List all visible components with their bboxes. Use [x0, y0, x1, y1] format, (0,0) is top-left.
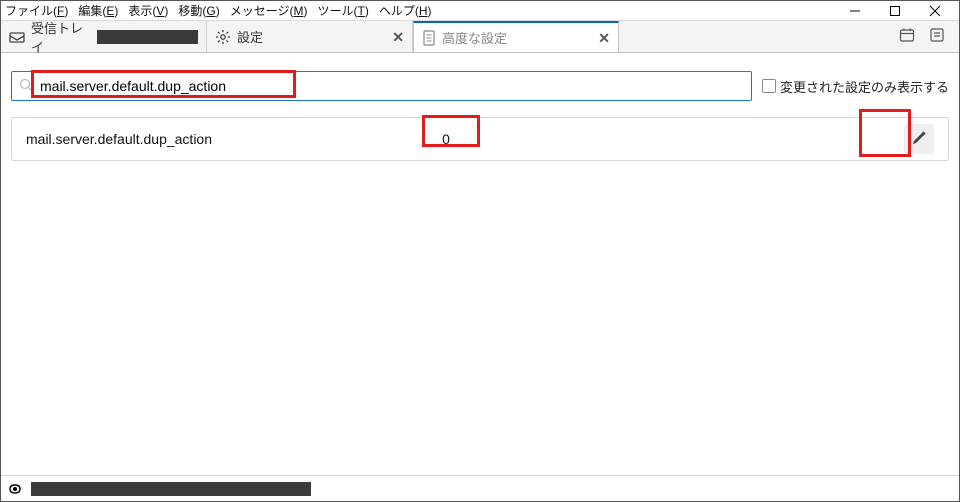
tab-inbox-label: 受信トレイ: [31, 18, 91, 56]
search-field-wrap: [11, 71, 752, 101]
search-row: 変更された設定のみ表示する: [11, 71, 949, 101]
edit-pref-button[interactable]: [904, 124, 934, 154]
show-modified-checkbox[interactable]: [762, 79, 776, 93]
redacted-status-text: [31, 482, 311, 496]
pref-value: 0: [442, 131, 450, 147]
pref-name: mail.server.default.dup_action: [26, 131, 386, 147]
inbox-icon: [9, 30, 25, 44]
menu-tools[interactable]: ツール(T): [317, 2, 368, 19]
menu-help[interactable]: ヘルプ(H): [379, 2, 432, 19]
maximize-button[interactable]: [875, 1, 915, 21]
tab-advanced-label: 高度な設定: [442, 28, 507, 47]
pref-row: mail.server.default.dup_action 0: [11, 117, 949, 161]
minimize-icon: [849, 5, 861, 17]
minimize-button[interactable]: [835, 1, 875, 21]
tab-settings-label: 設定: [237, 27, 263, 46]
menu-file[interactable]: ファイル(F): [5, 2, 68, 19]
menu-go[interactable]: 移動(G): [178, 2, 219, 19]
search-input[interactable]: [38, 72, 745, 100]
pref-value-wrap: 0: [386, 131, 506, 147]
tab-advanced-settings[interactable]: 高度な設定 ✕: [413, 21, 619, 52]
activity-icon: [7, 482, 23, 496]
tasks-icon[interactable]: [929, 27, 945, 46]
menu-edit[interactable]: 編集(E): [78, 2, 118, 19]
status-bar: [1, 475, 959, 501]
tab-strip: 受信トレイ 設定 ✕ 高度な設定 ✕: [1, 21, 959, 53]
close-icon: [929, 5, 941, 17]
tab-inbox[interactable]: 受信トレイ: [1, 21, 207, 52]
redacted-account-name: [97, 30, 198, 44]
show-modified-only[interactable]: 変更された設定のみ表示する: [762, 77, 949, 96]
menu-bar: ファイル(F) 編集(E) 表示(V) 移動(G) メッセージ(M) ツール(T…: [1, 1, 959, 21]
menu-message[interactable]: メッセージ(M): [230, 2, 308, 19]
toolbar-icons: [885, 21, 959, 52]
results-list: mail.server.default.dup_action 0: [11, 117, 949, 161]
page-icon: [422, 30, 436, 46]
calendar-icon[interactable]: [899, 27, 915, 46]
tab-advanced-close[interactable]: ✕: [598, 31, 610, 45]
window-controls: [835, 1, 955, 21]
show-modified-label: 変更された設定のみ表示する: [780, 77, 949, 96]
pencil-icon: [911, 130, 927, 149]
maximize-icon: [889, 5, 901, 17]
tab-settings-close[interactable]: ✕: [392, 30, 404, 44]
content-area: 変更された設定のみ表示する mail.server.default.dup_ac…: [1, 53, 959, 179]
search-icon: [18, 77, 34, 96]
close-window-button[interactable]: [915, 1, 955, 21]
tab-settings[interactable]: 設定 ✕: [207, 21, 413, 52]
gear-icon: [215, 29, 231, 45]
menu-view[interactable]: 表示(V): [128, 2, 168, 19]
